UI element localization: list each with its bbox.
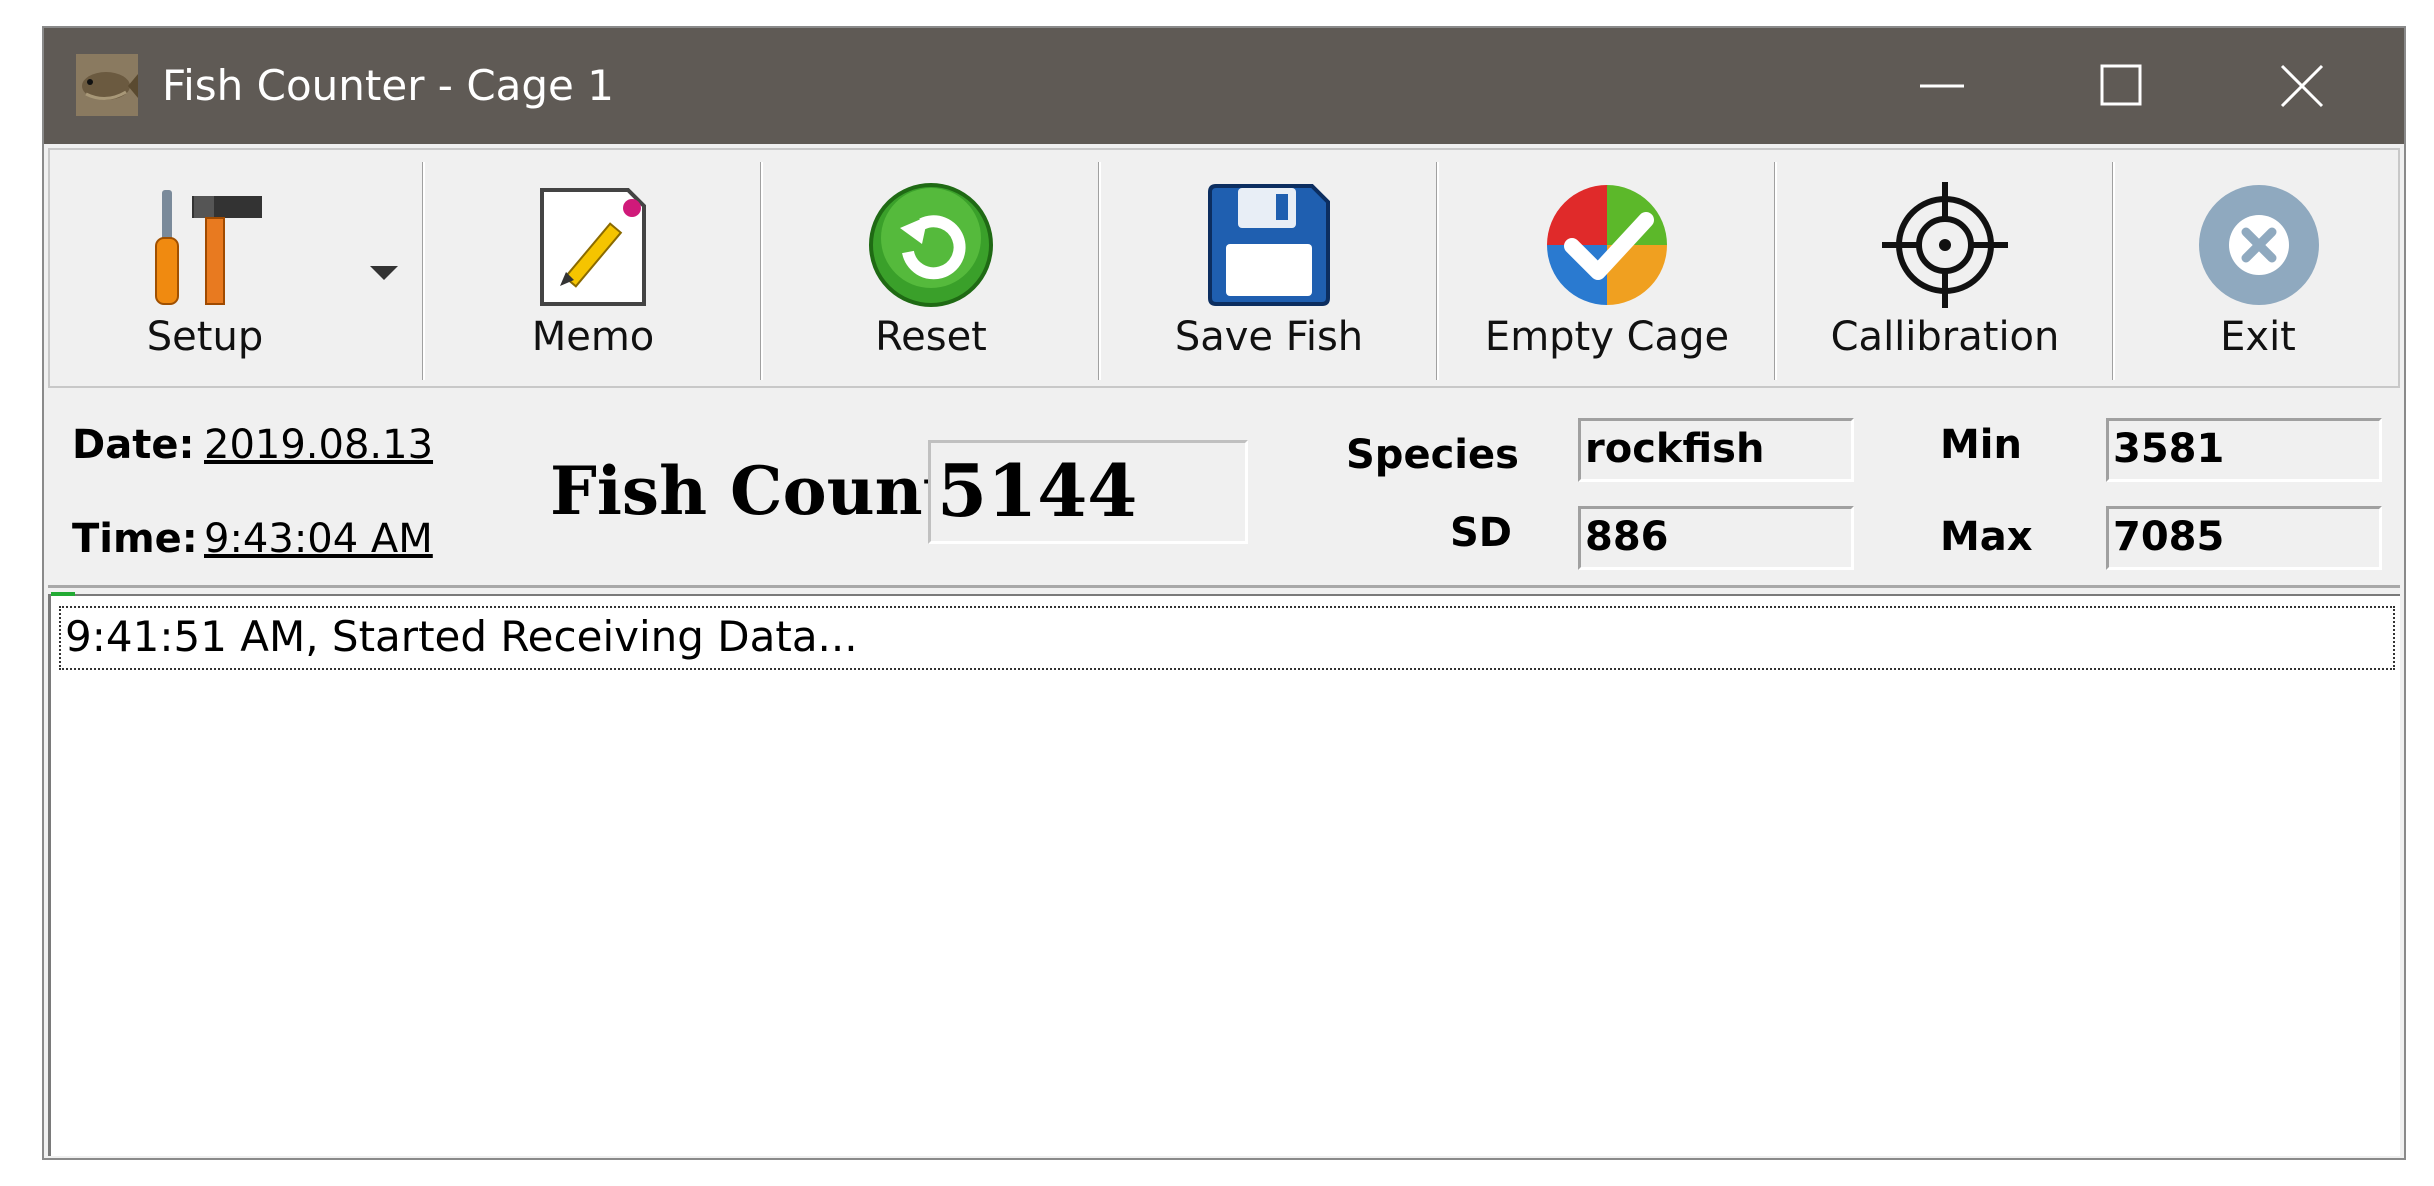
toolbar-separator <box>1774 162 1777 380</box>
check-circle-icon <box>1547 185 1667 305</box>
fish-icon <box>76 54 138 116</box>
list-item[interactable]: 9:41:51 AM, Started Receiving Data... <box>59 606 2395 670</box>
crosshair-icon <box>1882 182 2008 308</box>
exit-x-icon <box>2199 185 2319 305</box>
time-value[interactable]: 9:43:04 AM <box>204 516 433 562</box>
sd-field: 886 <box>1578 506 1854 570</box>
maximize-button[interactable] <box>2062 28 2182 144</box>
fish-counter-window: Fish Counter - Cage 1 Setup Memo Reset S… <box>42 26 2406 1160</box>
reset-button[interactable]: Reset <box>766 150 1096 386</box>
window-title: Fish Counter - Cage 1 <box>162 61 614 110</box>
min-field: 3581 <box>2106 418 2382 482</box>
title-bar[interactable]: Fish Counter - Cage 1 <box>44 28 2404 144</box>
memo-label: Memo <box>531 314 655 360</box>
toolbar-separator <box>422 162 425 380</box>
minimize-icon <box>1920 84 1964 88</box>
date-label: Date: <box>72 422 195 468</box>
min-label: Min <box>1940 422 2022 468</box>
time-label: Time: <box>72 516 198 562</box>
fish-count-label: Fish Count <box>550 452 954 530</box>
sd-label: SD <box>1450 510 1513 556</box>
setup-label: Setup <box>146 314 264 360</box>
log-list[interactable]: 9:41:51 AM, Started Receiving Data... <box>48 592 2400 1156</box>
toolbar-separator <box>2112 162 2115 380</box>
save-fish-button[interactable]: Save Fish <box>1104 150 1434 386</box>
setup-dropdown-arrow-icon[interactable] <box>370 266 398 280</box>
reset-refresh-icon <box>869 183 993 307</box>
max-label: Max <box>1940 514 2033 560</box>
calibration-button[interactable]: Callibration <box>1780 150 2110 386</box>
reset-label: Reset <box>875 314 987 360</box>
log-accent <box>51 592 75 596</box>
calibration-label: Callibration <box>1830 314 2060 360</box>
save-fish-label: Save Fish <box>1174 314 1364 360</box>
toolbar-separator <box>1098 162 1101 380</box>
close-button[interactable] <box>2242 28 2362 144</box>
close-icon <box>2280 64 2324 108</box>
fish-count-value: 5144 <box>928 440 1248 544</box>
floppy-disk-icon <box>1208 184 1330 306</box>
setup-button[interactable]: Setup <box>50 150 420 386</box>
toolbar-separator <box>1436 162 1439 380</box>
exit-label: Exit <box>2220 314 2296 360</box>
info-panel: Date: 2019.08.13 Time: 9:43:04 AM Fish C… <box>48 392 2400 588</box>
empty-cage-button[interactable]: Empty Cage <box>1442 150 1772 386</box>
tools-icon <box>155 190 262 305</box>
minimize-button[interactable] <box>1882 28 2002 144</box>
memo-pencil-icon <box>540 188 646 306</box>
date-value[interactable]: 2019.08.13 <box>204 422 433 468</box>
species-label: Species <box>1346 432 1519 478</box>
max-field: 7085 <box>2106 506 2382 570</box>
maximize-icon <box>2100 64 2142 106</box>
memo-button[interactable]: Memo <box>428 150 758 386</box>
toolbar-separator <box>760 162 763 380</box>
toolbar: Setup Memo Reset Save Fish Empty Cage Ca… <box>48 148 2400 388</box>
empty-cage-label: Empty Cage <box>1484 314 1730 360</box>
exit-button[interactable]: Exit <box>2118 150 2398 386</box>
species-field: rockfish <box>1578 418 1854 482</box>
